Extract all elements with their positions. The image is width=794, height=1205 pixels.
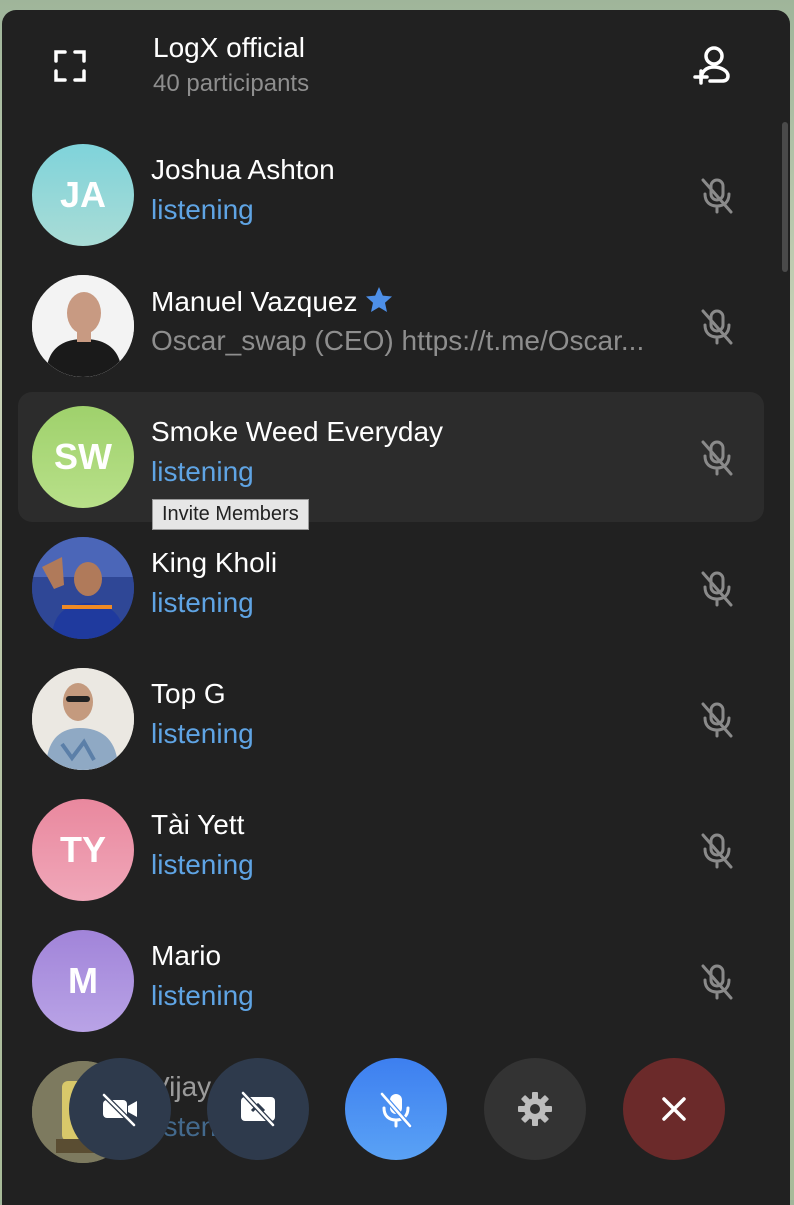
participant-status: listening (151, 587, 254, 618)
avatar: TY (32, 799, 134, 901)
mic-off-icon[interactable] (696, 960, 738, 1002)
participant-row[interactable]: SW Smoke Weed Everyday listening (18, 392, 764, 522)
screen-share-off-icon (240, 1090, 276, 1128)
participant-status: listening (151, 849, 254, 880)
fullscreen-icon (54, 50, 86, 82)
profile-photo (32, 668, 134, 770)
add-user-icon (693, 46, 730, 85)
tooltip: Invite Members (152, 499, 309, 530)
mute-button[interactable] (345, 1058, 447, 1160)
screen-share-off-button[interactable] (207, 1058, 309, 1160)
scrollbar[interactable] (782, 122, 788, 272)
voice-chat-window: LogX official 40 participants JA Joshua … (2, 10, 790, 1205)
mic-off-icon[interactable] (696, 829, 738, 871)
premium-star-icon (365, 287, 392, 312)
participant-status: Oscar_swap (CEO) https://t.me/Oscar... (151, 325, 645, 356)
mic-off-icon[interactable] (696, 698, 738, 740)
participant-row[interactable]: King Kholi listening (18, 523, 764, 653)
avatar: M (32, 930, 134, 1032)
participant-status: listening (151, 980, 254, 1011)
participant-name: Manuel Vazquez (151, 285, 394, 318)
call-controls (2, 1056, 790, 1166)
participant-status: listening (151, 194, 254, 225)
profile-photo (32, 537, 134, 639)
settings-button[interactable] (484, 1058, 586, 1160)
avatar (32, 537, 134, 639)
participant-status: listening (151, 456, 254, 487)
expand-button[interactable] (48, 44, 92, 88)
participant-name: Joshua Ashton (151, 154, 335, 185)
video-off-icon (101, 1092, 137, 1128)
header: LogX official 40 participants (2, 10, 790, 130)
participants-count: 40 participants (153, 70, 310, 97)
mic-off-icon[interactable] (696, 174, 738, 216)
close-icon (662, 1097, 686, 1121)
participant-row[interactable]: JA Joshua Ashton listening (18, 130, 764, 260)
participant-row[interactable]: M Mario listening (18, 916, 764, 1046)
mic-off-icon (379, 1091, 413, 1129)
participant-row[interactable]: Manuel Vazquez Oscar_swap (CEO) https://… (18, 261, 764, 391)
invite-members-button[interactable] (688, 42, 736, 90)
participant-row[interactable]: Top G listening (18, 654, 764, 784)
page-title: LogX official (153, 32, 306, 63)
video-off-button[interactable] (69, 1058, 171, 1160)
participant-name-text: Manuel Vazquez (151, 286, 358, 317)
leave-button[interactable] (623, 1058, 725, 1160)
participant-row[interactable]: TY Tài Yett listening (18, 785, 764, 915)
participant-name: Mario (151, 940, 222, 971)
participant-name: Tài Yett (151, 809, 245, 840)
avatar (32, 668, 134, 770)
mic-off-icon[interactable] (696, 567, 738, 609)
participant-name: King Kholi (151, 547, 278, 578)
participant-status: listening (151, 718, 254, 749)
avatar (32, 275, 134, 377)
avatar: JA (32, 144, 134, 246)
participant-name: Smoke Weed Everyday (151, 416, 444, 447)
avatar: SW (32, 406, 134, 508)
mic-off-icon[interactable] (696, 305, 738, 347)
profile-photo (32, 275, 134, 377)
gear-icon (518, 1092, 552, 1126)
mic-off-icon[interactable] (696, 436, 738, 478)
participant-name: Top G (151, 678, 226, 709)
